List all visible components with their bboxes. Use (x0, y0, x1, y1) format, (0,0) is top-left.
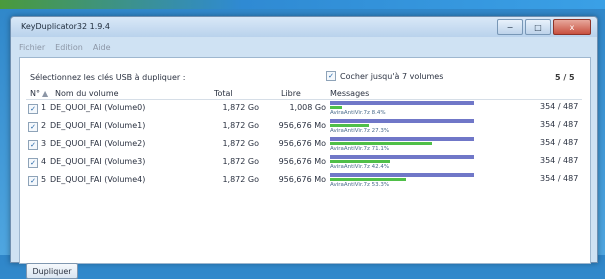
row-checkbox-icon[interactable]: ✓ (28, 140, 38, 150)
row-volume-name: DE_QUOI_FAI (Volume0) (50, 103, 146, 112)
progress-green-bar (330, 142, 433, 145)
header-total[interactable]: Total (214, 89, 233, 98)
row-volume-name: DE_QUOI_FAI (Volume4) (50, 175, 146, 184)
progress-blue-bar (330, 155, 474, 159)
row-progress: AviraAntiVir.7z 53.3% (330, 173, 474, 188)
row-message: AviraAntiVir.7z 53.3% (330, 182, 390, 188)
row-number: 4 (41, 157, 47, 166)
cocher-label: Cocher jusqu'à 7 volumes (340, 71, 444, 81)
menu-edition[interactable]: Edition (55, 43, 83, 52)
row-libre: 956,676 Mo (278, 121, 326, 130)
minimize-button[interactable]: − (497, 19, 523, 35)
window-controls: − □ x (497, 19, 591, 35)
row-count: 354 / 487 (540, 102, 579, 111)
title-bar[interactable]: KeyDuplicator32 1.9.4 − □ x (11, 17, 597, 37)
header-name[interactable]: Nom du volume (55, 89, 119, 98)
progress-green-bar (330, 106, 342, 109)
table-row[interactable]: ✓ 1 DE_QUOI_FAI (Volume0) 1,872 Go 1,008… (26, 100, 582, 118)
row-progress: AviraAntiVir.7z 42.4% (330, 155, 474, 170)
row-count: 354 / 487 (540, 138, 579, 147)
sort-icon: ▲ (42, 89, 49, 98)
app-window: KeyDuplicator32 1.9.4 − □ x Fichier Edit… (10, 16, 598, 279)
row-message: AviraAntiVir.7z 71.1% (330, 146, 390, 152)
menu-fichier[interactable]: Fichier (19, 43, 45, 52)
progress-green-bar (330, 178, 407, 181)
row-checkbox-icon[interactable]: ✓ (28, 158, 38, 168)
maximize-button[interactable]: □ (525, 19, 551, 35)
row-volume-name: DE_QUOI_FAI (Volume3) (50, 157, 146, 166)
row-checkbox-icon[interactable]: ✓ (28, 122, 38, 132)
row-message: AviraAntiVir.7z 8.4% (330, 110, 386, 116)
desktop-background (0, 0, 605, 9)
duplicate-button[interactable]: Dupliquer (26, 263, 78, 279)
row-number: 5 (41, 175, 47, 184)
row-libre: 956,676 Mo (278, 157, 326, 166)
row-total: 1,872 Go (222, 121, 259, 130)
header-libre[interactable]: Libre (281, 89, 301, 98)
progress-blue-bar (330, 119, 474, 123)
progress-green-bar (330, 124, 369, 127)
close-button[interactable]: x (553, 19, 591, 35)
row-number: 3 (41, 139, 47, 148)
header-num[interactable]: N° (30, 89, 40, 98)
cocher-checkbox-row[interactable]: ✓ Cocher jusqu'à 7 volumes (326, 71, 443, 81)
row-total: 1,872 Go (222, 175, 259, 184)
row-count: 354 / 487 (540, 156, 579, 165)
row-total: 1,872 Go (222, 103, 259, 112)
row-number: 1 (41, 103, 47, 112)
table-row[interactable]: ✓ 2 DE_QUOI_FAI (Volume1) 1,872 Go 956,6… (26, 118, 582, 136)
row-progress: AviraAntiVir.7z 27.3% (330, 119, 474, 134)
row-checkbox-icon[interactable]: ✓ (28, 176, 38, 186)
window-title: KeyDuplicator32 1.9.4 (21, 22, 110, 31)
row-message: AviraAntiVir.7z 27.3% (330, 128, 390, 134)
row-count: 354 / 487 (540, 174, 579, 183)
row-volume-name: DE_QUOI_FAI (Volume2) (50, 139, 146, 148)
table-row[interactable]: ✓ 5 DE_QUOI_FAI (Volume4) 1,872 Go 956,6… (26, 172, 582, 190)
row-total: 1,872 Go (222, 139, 259, 148)
row-total: 1,872 Go (222, 157, 259, 166)
menu-aide[interactable]: Aide (93, 43, 111, 52)
row-libre: 956,676 Mo (278, 139, 326, 148)
menu-bar: Fichier Edition Aide (19, 43, 111, 52)
table-row[interactable]: ✓ 4 DE_QUOI_FAI (Volume3) 1,872 Go 956,6… (26, 154, 582, 172)
row-number: 2 (41, 121, 47, 130)
table-row[interactable]: ✓ 3 DE_QUOI_FAI (Volume2) 1,872 Go 956,6… (26, 136, 582, 154)
row-volume-name: DE_QUOI_FAI (Volume1) (50, 121, 146, 130)
row-checkbox-icon[interactable]: ✓ (28, 104, 38, 114)
volume-panel: Sélectionnez les clés USB à dupliquer : … (19, 57, 591, 264)
volume-counter: 5 / 5 (555, 73, 575, 82)
progress-blue-bar (330, 137, 474, 141)
row-message: AviraAntiVir.7z 42.4% (330, 164, 390, 170)
progress-blue-bar (330, 101, 474, 105)
row-progress: AviraAntiVir.7z 71.1% (330, 137, 474, 152)
header-messages[interactable]: Messages (330, 89, 369, 98)
row-progress: AviraAntiVir.7z 8.4% (330, 101, 474, 116)
progress-blue-bar (330, 173, 474, 177)
checkbox-checked-icon[interactable]: ✓ (326, 71, 336, 81)
row-count: 354 / 487 (540, 120, 579, 129)
select-label: Sélectionnez les clés USB à dupliquer : (30, 73, 186, 82)
row-libre: 956,676 Mo (278, 175, 326, 184)
progress-green-bar (330, 160, 391, 163)
table-header: N° ▲ Nom du volume Total Libre Messages (26, 88, 582, 100)
row-libre: 1,008 Go (289, 103, 326, 112)
